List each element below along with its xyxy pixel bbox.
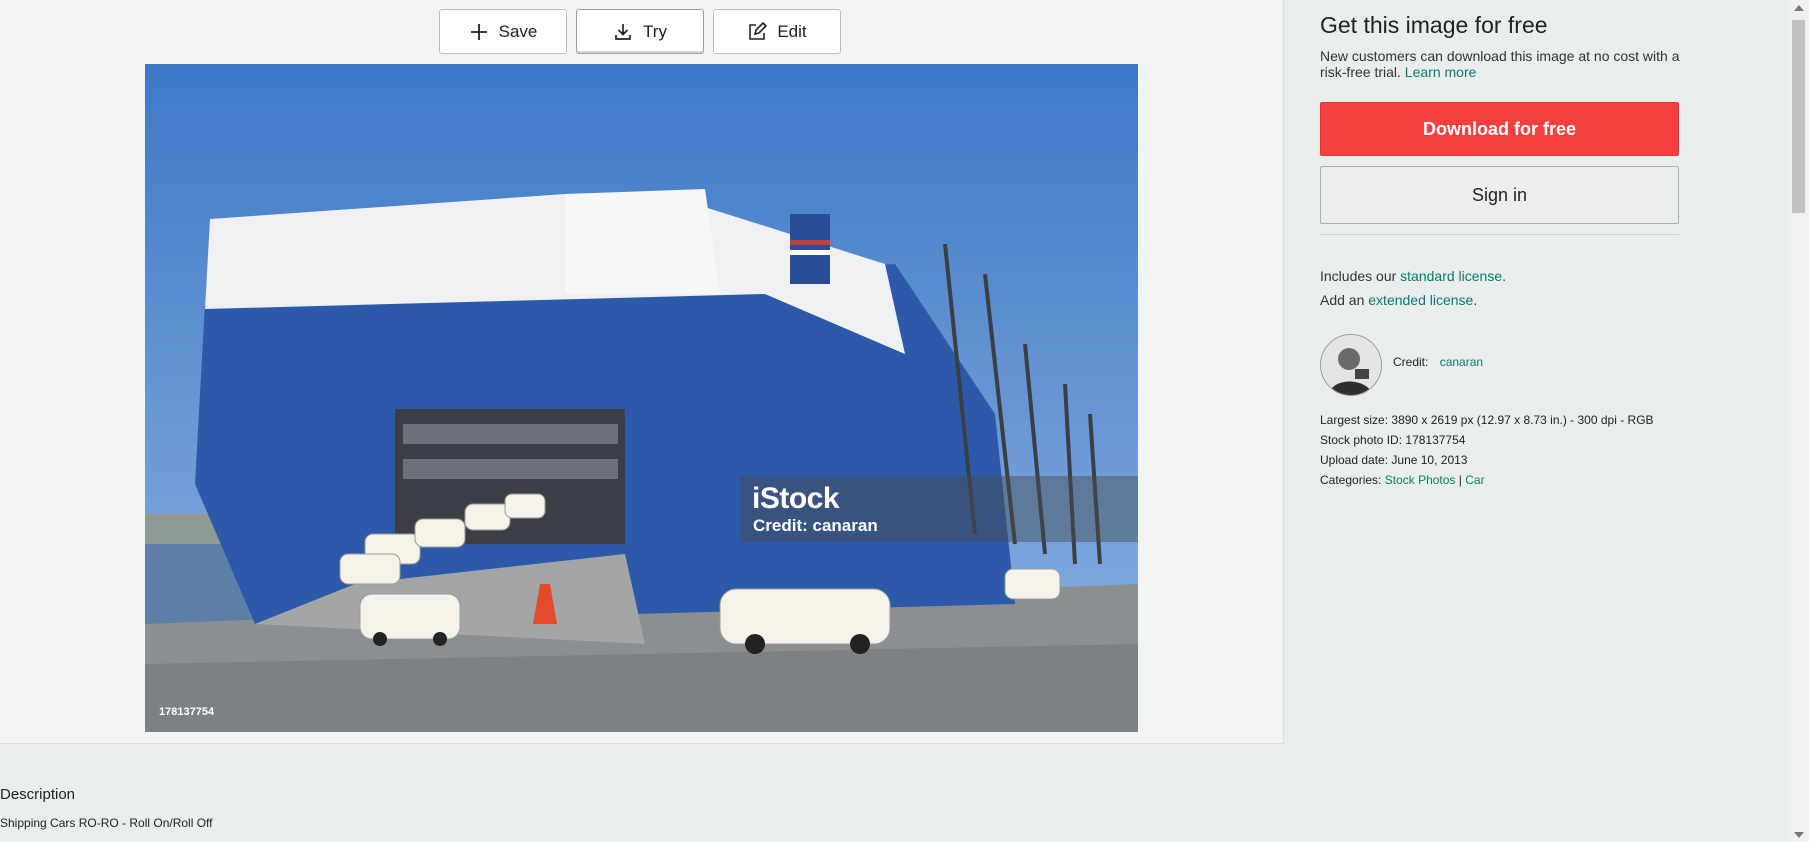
categories-label: Categories:: [1320, 473, 1382, 487]
upload-date-row: Upload date: June 10, 2013: [1320, 450, 1654, 470]
watermark-credit: Credit: canaran: [753, 516, 878, 535]
contributor-avatar[interactable]: [1320, 334, 1382, 396]
istock-watermark-logo: iStock: [752, 482, 840, 515]
upload-date-label: Upload date:: [1320, 453, 1389, 467]
edit-icon: [749, 21, 768, 40]
plus-icon: [470, 23, 487, 40]
sidebar-title: Get this image for free: [1320, 12, 1548, 38]
upload-date-value: June 10, 2013: [1391, 453, 1468, 467]
image-toolbar: Save Try Edit: [439, 9, 841, 54]
ship-photo-illustration: [145, 64, 1138, 732]
scroll-down-arrow-icon[interactable]: [1794, 832, 1804, 838]
categories-row: Categories: Stock Photos | Car: [1320, 470, 1654, 490]
learn-more-link[interactable]: Learn more: [1405, 64, 1477, 80]
category-separator: |: [1458, 473, 1462, 487]
subtitle-text: New customers can download this image at…: [1320, 48, 1680, 80]
credit-row: Credit: canaran: [1393, 355, 1483, 369]
category-link-stock-photos[interactable]: Stock Photos: [1385, 473, 1456, 487]
description-heading: Description: [0, 786, 76, 803]
license-prefix: Includes our: [1320, 268, 1397, 284]
contributor-link[interactable]: canaran: [1440, 355, 1483, 369]
image-metadata: Largest size: 3890 x 2619 px (12.97 x 8.…: [1320, 410, 1654, 490]
stock-photo[interactable]: [145, 64, 1138, 732]
credit-label: Credit:: [1393, 355, 1429, 369]
image-panel: Save Try Edit iStock Credit: canaran 178…: [0, 0, 1284, 744]
extended-license-link[interactable]: extended license: [1368, 292, 1473, 308]
largest-size-label: Largest size:: [1320, 413, 1389, 427]
description-text: Shipping Cars RO-RO - Roll On/Roll Off: [0, 816, 213, 830]
save-button[interactable]: Save: [439, 9, 567, 54]
edit-label: Edit: [777, 21, 807, 41]
scroll-up-arrow-icon[interactable]: [1794, 5, 1804, 11]
person-portrait-icon: [1321, 335, 1381, 395]
download-for-free-button[interactable]: Download for free: [1320, 102, 1679, 156]
download-icon: [615, 23, 631, 40]
standard-license-link[interactable]: standard license: [1400, 268, 1502, 284]
scrollbar-thumb[interactable]: [1792, 20, 1805, 213]
sidebar-subtitle: New customers can download this image at…: [1320, 48, 1680, 80]
stock-id-label: Stock photo ID:: [1320, 433, 1403, 447]
standard-license-line: Includes our standard license.: [1320, 264, 1506, 288]
edit-button[interactable]: Edit: [713, 9, 841, 54]
save-label: Save: [498, 21, 538, 41]
license-prefix: Add an: [1320, 292, 1365, 308]
sidebar-divider: [1320, 234, 1679, 235]
category-link-car[interactable]: Car: [1465, 473, 1484, 487]
largest-size-value: 3890 x 2619 px (12.97 x 8.73 in.) - 300 …: [1391, 413, 1654, 427]
license-period: .: [1473, 292, 1478, 308]
try-label: Try: [643, 21, 667, 41]
page-scrollbar[interactable]: [1788, 0, 1809, 842]
stock-id-row: Stock photo ID: 178137754: [1320, 430, 1654, 450]
license-info: Includes our standard license. Add an ex…: [1320, 264, 1506, 312]
extended-license-line: Add an extended license.: [1320, 288, 1506, 312]
try-button[interactable]: Try: [576, 9, 704, 54]
license-period: .: [1502, 268, 1507, 284]
photo-id-overlay: 178137754: [159, 706, 215, 718]
largest-size-row: Largest size: 3890 x 2619 px (12.97 x 8.…: [1320, 410, 1654, 430]
stock-id-value: 178137754: [1405, 433, 1466, 447]
sign-in-button[interactable]: Sign in: [1320, 166, 1679, 224]
